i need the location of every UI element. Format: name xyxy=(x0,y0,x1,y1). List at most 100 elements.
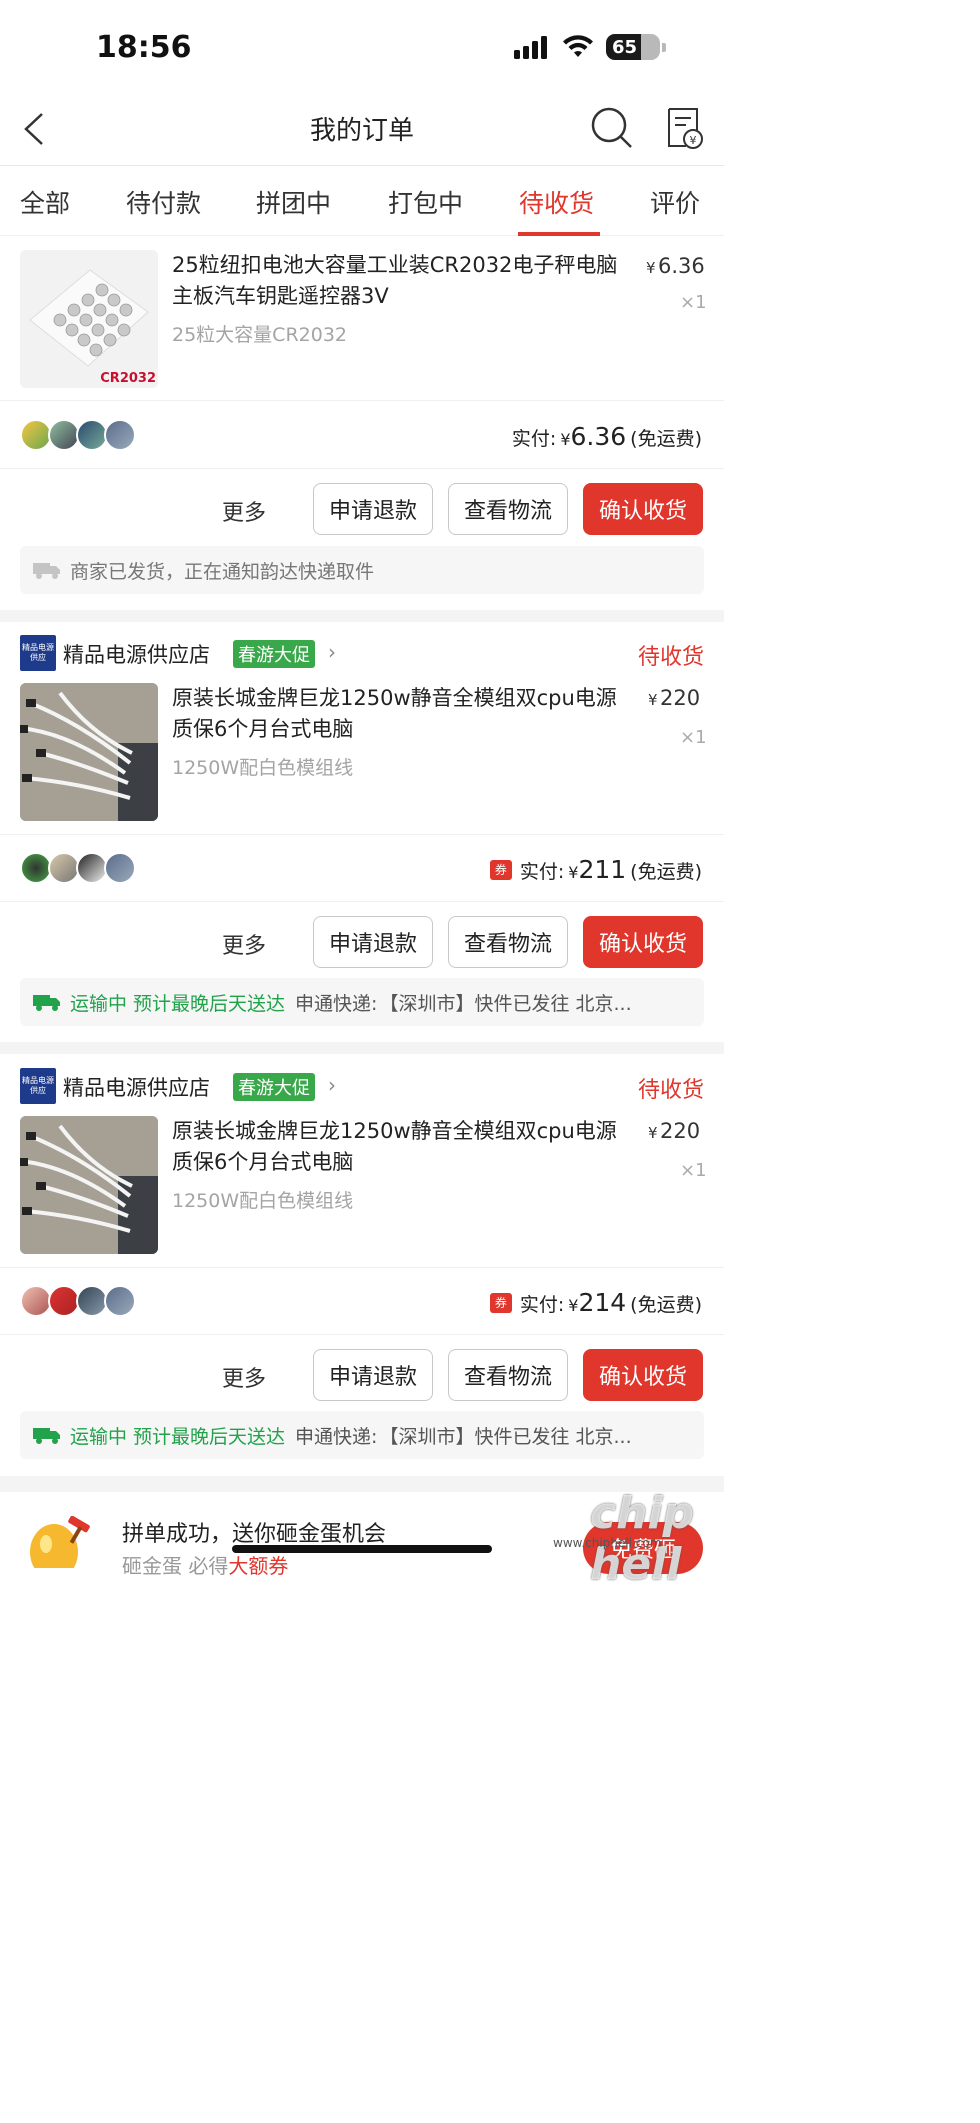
view-logistics-button[interactable]: 查看物流 xyxy=(448,1349,568,1401)
shop-name[interactable]: 精品电源供应店 xyxy=(63,639,210,669)
divider xyxy=(0,834,724,835)
group-avatars xyxy=(20,1285,136,1317)
tab-all[interactable]: 全部 xyxy=(20,184,70,220)
order-status: 待收货 xyxy=(637,1078,704,1103)
product-quantity: ×1 xyxy=(680,1160,707,1181)
status-time: 18:56 xyxy=(96,30,192,65)
paid-amount-row: 实付: ¥ 6.36 (免运费) xyxy=(512,422,702,451)
logistics-status[interactable]: 商家已发货，正在通知韵达快递取件 xyxy=(20,546,704,594)
shipping-note: (免运费) xyxy=(630,1294,702,1316)
paid-label: 实付: xyxy=(519,1294,565,1316)
banner-title: 拼单成功，送你砸金蛋机会 xyxy=(122,1522,387,1547)
watermark-url: www.chiphell.com xyxy=(553,1536,662,1550)
divider xyxy=(0,1334,724,1335)
psu-cable-image xyxy=(20,1116,158,1254)
shop-logo[interactable]: 精品电源供应 xyxy=(20,635,56,671)
search-icon[interactable] xyxy=(590,106,634,150)
more-button[interactable]: 更多 xyxy=(222,495,266,527)
shipping-note: (免运费) xyxy=(630,861,702,883)
battery-pack-image xyxy=(20,250,158,388)
product-image[interactable] xyxy=(20,683,158,821)
golden-egg-icon xyxy=(30,1516,90,1568)
logistics-detail: 【深圳市】快件已发往 北京... xyxy=(379,992,632,1015)
logistics-status[interactable]: 运输中 预计最晚后天送达 申通快递: 【深圳市】快件已发往 北京... xyxy=(20,1411,704,1459)
paid-symbol: ¥ xyxy=(568,863,579,882)
coupon-badge: 券 xyxy=(489,859,512,880)
banner-subtitle: 砸金蛋 必得大额券 xyxy=(122,1550,288,1579)
logistics-eta: 运输中 预计最晚后天送达 xyxy=(70,992,286,1015)
status-icons: 65 xyxy=(514,34,666,60)
product-spec: 25粒大容量CR2032 xyxy=(172,324,347,346)
paid-symbol: ¥ xyxy=(560,430,571,449)
paid-symbol: ¥ xyxy=(568,1296,579,1315)
shop-logo[interactable]: 精品电源供应 xyxy=(20,1068,56,1104)
refund-button[interactable]: 申请退款 xyxy=(313,483,433,535)
divider xyxy=(0,1267,724,1268)
tab-pending-payment[interactable]: 待付款 xyxy=(126,184,201,220)
refund-button[interactable]: 申请退款 xyxy=(313,916,433,968)
price-symbol: ¥ xyxy=(648,691,658,709)
product-title[interactable]: 原装长城金牌巨龙1250w静音全模组双cpu电源质保6个月台式电脑 xyxy=(172,1116,622,1178)
product-image[interactable] xyxy=(20,1116,158,1254)
navbar: 我的订单 ¥ xyxy=(0,90,724,166)
confirm-receipt-button[interactable]: 确认收货 xyxy=(583,916,703,968)
tab-review[interactable]: 评价 xyxy=(650,184,700,220)
banner-subtitle-text: 砸金蛋 必得 xyxy=(122,1554,229,1578)
product-title[interactable]: 25粒纽扣电池大容量工业装CR2032电子秤电脑主板汽车钥匙遥控器3V xyxy=(172,250,622,312)
divider xyxy=(0,400,724,401)
home-indicator[interactable] xyxy=(232,1545,492,1553)
confirm-receipt-button[interactable]: 确认收货 xyxy=(583,483,703,535)
chevron-right-icon[interactable]: › xyxy=(328,640,336,664)
divider xyxy=(0,468,724,469)
coupon-badge: 券 xyxy=(489,1292,512,1313)
chevron-right-icon[interactable]: › xyxy=(328,1073,336,1097)
more-button[interactable]: 更多 xyxy=(222,928,266,960)
order-status: 待收货 xyxy=(637,645,704,670)
order-tabs: 全部 待付款 拼团中 打包中 待收货 评价 xyxy=(0,166,724,236)
logistics-detail: 【深圳市】快件已发往 北京... xyxy=(379,1425,632,1448)
logistics-carrier: 申通快递: xyxy=(295,992,378,1015)
tab-packing[interactable]: 打包中 xyxy=(388,184,463,220)
truck-icon xyxy=(33,1428,60,1444)
price-symbol: ¥ xyxy=(646,259,656,277)
more-button[interactable]: 更多 xyxy=(222,1361,266,1393)
section-separator xyxy=(0,1042,724,1054)
product-price: 220 xyxy=(660,1119,701,1143)
active-tab-indicator xyxy=(518,232,600,236)
shop-name[interactable]: 精品电源供应店 xyxy=(63,1072,210,1102)
product-title[interactable]: 原装长城金牌巨龙1250w静音全模组双cpu电源质保6个月台式电脑 xyxy=(172,683,622,745)
avatar xyxy=(104,419,136,451)
divider xyxy=(0,901,724,902)
product-image[interactable]: CR2032 xyxy=(20,250,158,388)
tab-group-buying[interactable]: 拼团中 xyxy=(256,184,331,220)
product-spec: 1250W配白色模组线 xyxy=(172,1190,354,1212)
view-logistics-button[interactable]: 查看物流 xyxy=(448,483,568,535)
group-avatars xyxy=(20,419,136,451)
product-price: 6.36 xyxy=(658,254,705,278)
product-spec: 1250W配白色模组线 xyxy=(172,757,354,779)
shipping-note: (免运费) xyxy=(630,428,702,450)
product-quantity: ×1 xyxy=(680,727,707,748)
view-logistics-button[interactable]: 查看物流 xyxy=(448,916,568,968)
svg-text:¥: ¥ xyxy=(690,134,697,147)
battery-level: 65 xyxy=(612,36,638,58)
banner-highlight: 大额券 xyxy=(228,1554,289,1578)
battery-indicator: 65 xyxy=(606,34,666,60)
avatar xyxy=(104,1285,136,1317)
avatar xyxy=(104,852,136,884)
truck-icon xyxy=(33,563,60,579)
section-separator xyxy=(0,610,724,622)
paid-label: 实付: xyxy=(511,428,557,450)
paid-amount: 214 xyxy=(578,1288,627,1317)
paid-amount: 211 xyxy=(578,855,627,884)
promo-tag: 春游大促 xyxy=(233,640,315,668)
logistics-text: 商家已发货，正在通知韵达快递取件 xyxy=(70,560,375,583)
confirm-receipt-button[interactable]: 确认收货 xyxy=(583,1349,703,1401)
tab-to-receive[interactable]: 待收货 xyxy=(519,184,594,220)
promo-tag: 春游大促 xyxy=(233,1073,315,1101)
logistics-eta: 运输中 预计最晚后天送达 xyxy=(70,1425,286,1448)
refund-button[interactable]: 申请退款 xyxy=(313,1349,433,1401)
logistics-status[interactable]: 运输中 预计最晚后天送达 申通快递: 【深圳市】快件已发往 北京... xyxy=(20,978,704,1026)
receipt-icon[interactable]: ¥ xyxy=(664,106,704,150)
price-symbol: ¥ xyxy=(648,1124,658,1142)
